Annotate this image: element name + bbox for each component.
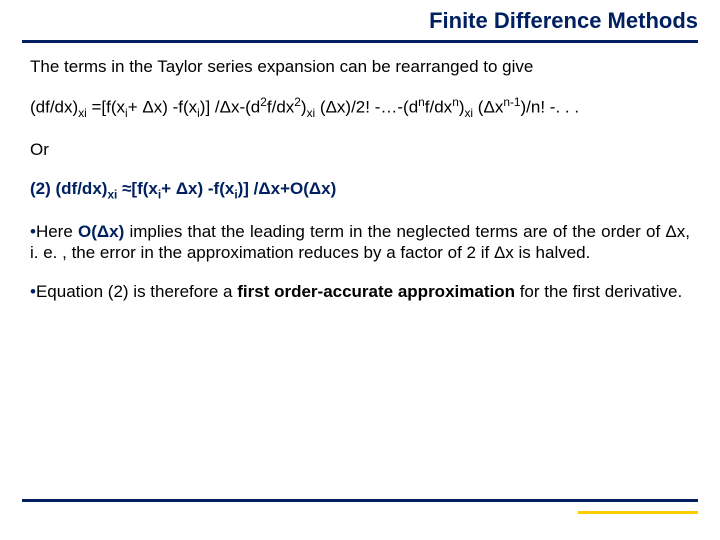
eq1-seg-h: f/dx [425, 98, 452, 117]
eq1-seg-g: (Δx)/2! -…-(d [315, 98, 418, 117]
slide-body: The terms in the Taylor series expansion… [30, 56, 690, 320]
equation-1: (df/dx)xi =[f(xi+ Δx) -f(xi)] /Δx-(d2f/d… [30, 95, 690, 121]
eq1-seg-d: )] /Δx-(d [200, 98, 260, 117]
eq1-seg-a: (df/dx) [30, 98, 78, 117]
eq1-sup-2-1: 2 [260, 95, 267, 109]
conclusion-paragraph: •Equation (2) is therefore a first order… [30, 281, 690, 302]
p4-seg-b: first order-accurate approximation [237, 282, 515, 301]
eq2-sub-xi: xi [107, 188, 117, 202]
eq1-sup-2-2: 2 [294, 95, 301, 109]
slide: Finite Difference Methods The terms in t… [0, 0, 720, 540]
eq1-seg-k: )/n! -. . . [521, 98, 580, 117]
eq1-sup-n-2: n [452, 95, 459, 109]
p4-seg-a: Equation (2) is therefore a [36, 282, 237, 301]
title-rule [22, 40, 698, 43]
p3-rest: implies that the leading term in the neg… [30, 222, 690, 262]
eq2-seg-d: )] /Δx+O(Δx) [238, 179, 337, 198]
footer-rule [22, 499, 698, 502]
p4-seg-c: for the first derivative. [515, 282, 682, 301]
eq1-sub-xi-2: xi [307, 106, 316, 120]
footer-accent [578, 511, 698, 514]
eq1-sub-xi-1: xi [78, 106, 87, 120]
eq1-seg-e: f/dx [267, 98, 294, 117]
eq2-seg-a: (2) (df/dx) [30, 179, 107, 198]
eq1-sup-n-1: n [418, 95, 425, 109]
eq1-seg-j: (Δx [473, 98, 503, 117]
p3-pre: Here [36, 222, 78, 241]
eq1-seg-b: =[f(x [87, 98, 125, 117]
p3-ox: O(Δx) [78, 222, 124, 241]
eq1-sub-xi-3: xi [464, 106, 473, 120]
equation-2: (2) (df/dx)xi ≈[f(xi+ Δx) -f(xi)] /Δx+O(… [30, 178, 690, 202]
explanation-paragraph: •Here O(Δx) implies that the leading ter… [30, 221, 690, 264]
eq2-seg-b: ≈[f(x [117, 179, 158, 198]
slide-title: Finite Difference Methods [429, 8, 698, 34]
eq1-seg-c: + Δx) -f(x [128, 98, 197, 117]
eq1-sup-nm1: n-1 [503, 95, 520, 109]
intro-paragraph: The terms in the Taylor series expansion… [30, 56, 690, 77]
or-label: Or [30, 139, 690, 160]
eq2-seg-c: + Δx) -f(x [161, 179, 234, 198]
